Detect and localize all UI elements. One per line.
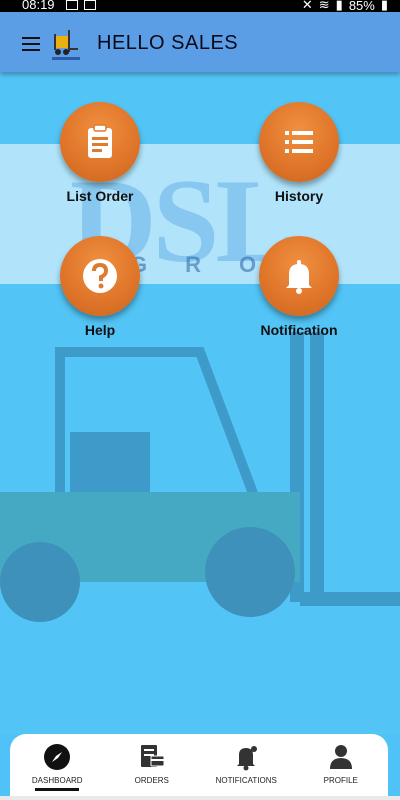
- compass-icon: [44, 744, 71, 770]
- nav-orders[interactable]: ORDERS: [107, 742, 197, 785]
- bottom-navigation: DASHBOARD ORDERS NOTIFICATIONS PROFILE: [10, 734, 388, 800]
- history-tile[interactable]: History: [239, 102, 359, 204]
- nav-orders-label: ORDERS: [134, 776, 169, 785]
- bell-icon: [286, 260, 312, 294]
- active-tab-indicator: [35, 788, 80, 791]
- screen-notification-icon: [84, 0, 96, 10]
- app-bar: HELLO SALES: [0, 12, 400, 72]
- status-time: 08:19: [22, 0, 55, 12]
- history-label: History: [274, 188, 324, 204]
- image-notification-icon: [66, 0, 78, 10]
- status-bar: 08:19 ✕ ≋ ▮ 85% ▮: [0, 0, 400, 13]
- question-icon: [83, 259, 117, 293]
- nav-notifications[interactable]: NOTIFICATIONS: [201, 742, 291, 785]
- nav-profile-label: PROFILE: [323, 776, 358, 785]
- app-title: HELLO SALES: [97, 32, 239, 54]
- menu-icon[interactable]: [22, 37, 40, 51]
- help-button[interactable]: [60, 236, 140, 316]
- help-label: Help: [84, 322, 116, 338]
- bell-icon: [237, 746, 258, 771]
- nav-profile[interactable]: PROFILE: [296, 742, 386, 785]
- battery-percent: 85%: [348, 0, 375, 13]
- list-order-label: List Order: [66, 188, 134, 204]
- nav-dashboard-label: DASHBOARD: [31, 776, 83, 785]
- nav-notifications-label: NOTIFICATIONS: [215, 776, 277, 785]
- clipboard-icon: [88, 124, 112, 158]
- notification-label: Notification: [260, 322, 338, 338]
- system-navigation-bar: [0, 796, 400, 800]
- orders-icon: [140, 745, 165, 767]
- history-button[interactable]: [259, 102, 339, 182]
- notification-button[interactable]: [259, 236, 339, 316]
- list-order-tile[interactable]: List Order: [40, 102, 160, 204]
- nav-dashboard[interactable]: DASHBOARD: [12, 742, 102, 791]
- list-order-button[interactable]: [60, 102, 140, 182]
- status-left-icons: [66, 0, 96, 10]
- background-forklift-image: [0, 332, 400, 622]
- list-icon: [285, 131, 313, 153]
- dashboard-content: DSL GROU List Order History Help Notific…: [0, 72, 400, 734]
- notification-tile[interactable]: Notification: [239, 236, 359, 338]
- help-tile[interactable]: Help: [40, 236, 160, 338]
- person-icon: [329, 745, 352, 769]
- forklift-logo-icon: [52, 30, 80, 60]
